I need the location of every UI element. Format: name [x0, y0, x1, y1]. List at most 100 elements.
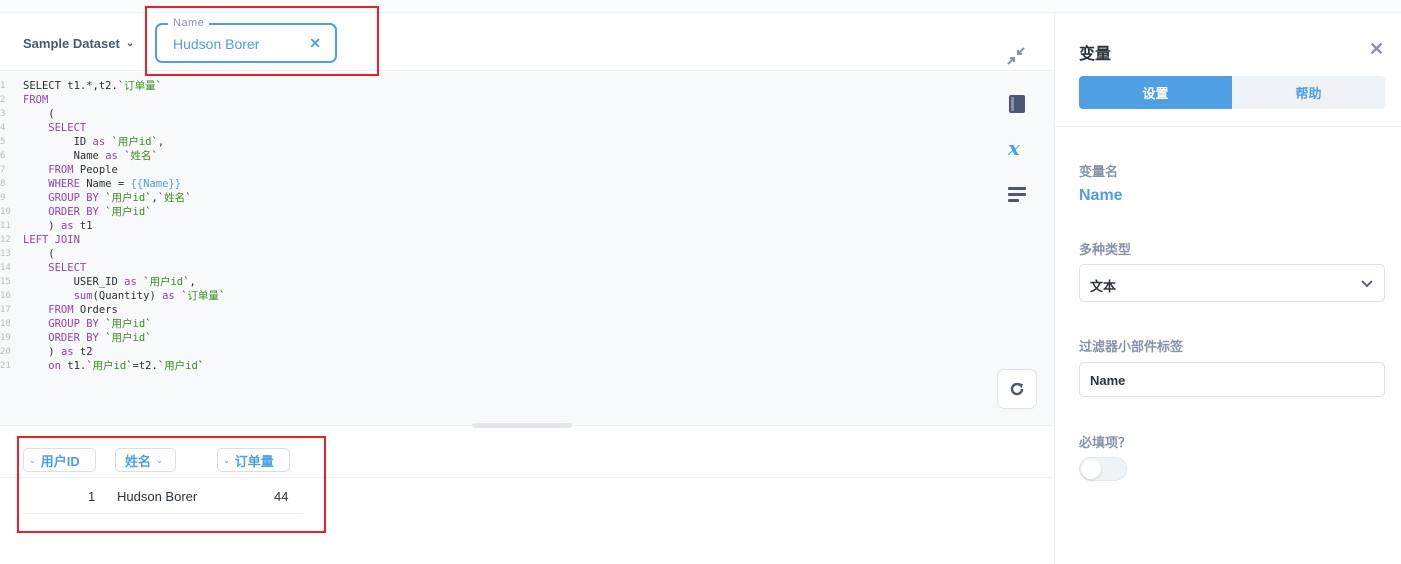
code-line[interactable]: 16 sum (Quantity) as ` 订单量 ` [0, 289, 225, 303]
code-line[interactable]: 3 ( [0, 107, 225, 121]
variable-type-select[interactable]: 文本 [1079, 264, 1385, 302]
required-toggle[interactable] [1079, 457, 1127, 481]
code-line[interactable]: 2 FROM [0, 93, 225, 107]
code-line[interactable]: 5 ID as ` 用户id `, [0, 135, 225, 149]
code-line[interactable]: 15 USER_ID as ` 用户id `, [0, 275, 225, 289]
code-line[interactable]: 11 ) as t1 [0, 219, 225, 233]
database-picker[interactable]: Sample Dataset ⌄ [23, 36, 134, 51]
code-token: 用户id [111, 318, 146, 330]
code-token: (Quantity) [92, 290, 163, 302]
run-query-button[interactable] [997, 369, 1037, 409]
column-header-orders[interactable]: ⌄ 订单量 [217, 448, 290, 472]
code-token: ` [174, 290, 188, 302]
column-header-name[interactable]: 姓名 ⌄ [115, 448, 176, 472]
column-label: 订单量 [234, 453, 274, 469]
code-token: {{Name}} [130, 178, 182, 190]
tab-settings[interactable]: 设置 [1079, 76, 1232, 109]
code-token: USER_ID [23, 276, 125, 288]
line-number: 19 [0, 333, 11, 343]
variable-type-label: 多种类型 [1079, 242, 1132, 257]
line-number: 11 [0, 221, 11, 231]
code-token: t1.` [60, 360, 93, 372]
code-token: ` [145, 318, 152, 330]
cell-user-id[interactable]: 1 [88, 489, 95, 504]
top-strip [0, 0, 1401, 13]
cell-orders[interactable]: 44 [274, 489, 288, 504]
code-token: 用户id [111, 192, 146, 204]
code-line[interactable]: 21 on t1.` 用户id `=t2.` 用户id ` [0, 359, 225, 373]
code-token: sum [23, 290, 93, 302]
line-number: 18 [0, 319, 11, 329]
code-token: SELECT [23, 122, 87, 134]
name-filter-label: Name [168, 17, 210, 29]
line-number: 4 [0, 123, 6, 133]
code-token: Name = [79, 178, 131, 190]
code-line[interactable]: 8 WHERE Name = {{Name}} [0, 177, 225, 191]
code-token: ) [23, 346, 61, 358]
chevron-down-icon: ⌄ [156, 455, 163, 465]
code-token: FROM [23, 164, 74, 176]
code-token: ` [145, 332, 152, 344]
tab-help[interactable]: 帮助 [1232, 76, 1385, 109]
code-line[interactable]: 6 Name as ` 姓名 ` [0, 149, 225, 163]
sql-code[interactable]: 1 SELECT t1.*,t2.` 订单量 ` 2 FROM 3 (4 SELECT 5 I… [0, 79, 225, 373]
column-header-user-id[interactable]: ⌄ 用户ID [23, 448, 96, 472]
close-icon[interactable]: ✕ [1369, 39, 1384, 60]
code-token: `,` [145, 192, 165, 204]
code-line[interactable]: 14 SELECT [0, 261, 225, 275]
code-line[interactable]: 19 ORDER BY ` 用户id ` [0, 331, 225, 345]
chevron-down-icon: ⌄ [29, 455, 36, 465]
code-line[interactable]: 18 GROUP BY ` 用户id ` [0, 317, 225, 331]
code-token: ` [185, 192, 192, 204]
line-number: 17 [0, 305, 11, 315]
code-token: 用户id [149, 276, 184, 288]
code-line[interactable]: 12 LEFT JOIN [0, 233, 225, 247]
code-token: Orders [73, 304, 118, 316]
code-token: SELECT [23, 262, 87, 274]
code-token: as [105, 150, 118, 162]
line-number: 6 [0, 151, 6, 161]
code-token: ` [98, 318, 112, 330]
line-number: 14 [0, 263, 11, 273]
code-line[interactable]: 7 FROM People [0, 163, 225, 177]
code-line[interactable]: 20 ) as t2 [0, 345, 225, 359]
line-number: 1 [0, 81, 6, 91]
name-filter-widget[interactable]: Name Hudson Borer ✕ [155, 17, 337, 63]
divider [1055, 126, 1401, 127]
widget-label-label: 过滤器小部件标签 [1079, 339, 1184, 354]
code-token: ORDER BY [23, 206, 99, 218]
code-token: 姓名 [130, 150, 152, 162]
chevron-down-icon: ⌄ [223, 455, 230, 465]
code-line[interactable]: 17 FROM Orders [0, 303, 225, 317]
data-reference-icon[interactable] [1005, 92, 1029, 116]
variables-icon[interactable]: x [1005, 136, 1029, 160]
clear-icon[interactable]: ✕ [309, 35, 321, 52]
line-number: 10 [0, 207, 11, 217]
collapse-icon[interactable] [1006, 46, 1026, 66]
required-label: 必填项？ [1079, 435, 1132, 450]
widget-label-input[interactable]: Name [1079, 362, 1385, 397]
code-line[interactable]: 4 SELECT [0, 121, 225, 135]
variables-sidebar: 变量 ✕ 设置 帮助 变量名 Name 多种类型 文本 过滤器小部件标签 Nam… [1054, 13, 1401, 564]
code-token: GROUP BY [23, 192, 99, 204]
cell-name[interactable]: Hudson Borer [117, 489, 197, 504]
name-filter-value[interactable]: Hudson Borer [173, 36, 259, 52]
line-number: 2 [0, 95, 6, 105]
variable-name-label: 变量名 [1079, 164, 1119, 179]
code-line[interactable]: 1 SELECT t1.*,t2.` 订单量 ` [0, 79, 225, 93]
code-token: People [73, 164, 118, 176]
code-token: WHERE [23, 178, 80, 190]
code-line[interactable]: 13 ( [0, 247, 225, 261]
code-line[interactable]: 9 GROUP BY ` 用户id `,` 姓名 ` [0, 191, 225, 205]
query-editor-page: Sample Dataset ⌄ Name Hudson Borer ✕ 1 SE… [0, 0, 1401, 564]
code-token: ` [105, 136, 118, 148]
code-line[interactable]: 10 ORDER BY ` 用户id ` [0, 205, 225, 219]
code-token: FROM [23, 94, 49, 106]
code-token: ` [117, 150, 131, 162]
code-token: as [60, 346, 74, 358]
chevron-down-icon: ⌄ [125, 38, 135, 49]
snippets-icon[interactable] [1005, 182, 1029, 206]
sql-editor[interactable]: 1 SELECT t1.*,t2.` 订单量 ` 2 FROM 3 (4 SELECT 5 I… [0, 72, 1054, 426]
refresh-icon [1010, 382, 1024, 396]
variable-name-value: Name [1079, 187, 1123, 204]
